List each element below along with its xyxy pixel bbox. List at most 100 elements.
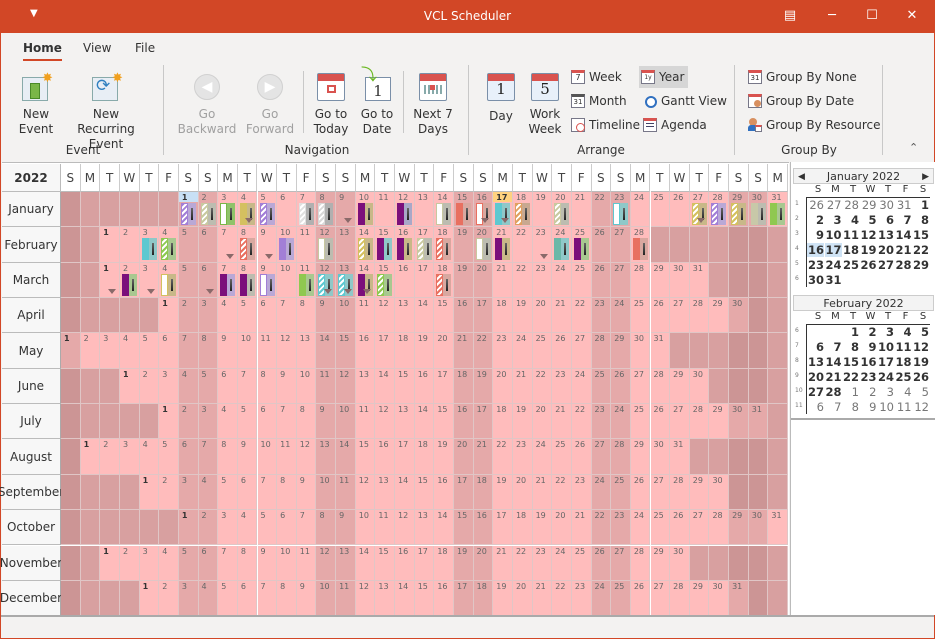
day-cell[interactable]: 2 <box>80 333 101 369</box>
day-cell[interactable]: 26 <box>650 298 671 334</box>
day-cell[interactable]: 8 <box>277 580 297 617</box>
day-cell[interactable]: 15 <box>434 404 454 440</box>
day-cell[interactable]: 27 <box>670 298 690 334</box>
day-cell[interactable]: 9 <box>257 227 278 263</box>
go-to-today-button[interactable]: Go to Today <box>309 71 353 137</box>
day-cell[interactable]: 18 <box>434 262 454 299</box>
day-cell[interactable]: 18 <box>434 227 454 263</box>
event-indicator[interactable] <box>220 203 236 225</box>
day-cell[interactable]: 11 <box>296 227 317 263</box>
day-cell[interactable]: 10 <box>355 510 376 546</box>
day-cell[interactable]: 23 <box>591 298 612 334</box>
event-indicator[interactable] <box>397 238 413 261</box>
day-cell[interactable]: 5 <box>257 192 278 228</box>
day-cell[interactable]: 27 <box>591 439 612 475</box>
day-cell[interactable]: 16 <box>434 474 454 511</box>
mini-calendar-day[interactable]: 2 <box>807 213 824 227</box>
day-cell[interactable]: 7 <box>198 439 219 475</box>
mini-calendar-day[interactable]: 17 <box>824 243 842 257</box>
day-cell[interactable]: 4 <box>218 298 238 334</box>
day-cell[interactable]: 5 <box>237 298 258 334</box>
day-cell[interactable]: 25 <box>650 510 671 546</box>
day-cell[interactable]: 28 <box>670 580 690 617</box>
day-cell[interactable]: 22 <box>512 545 533 581</box>
mini-calendar-day[interactable]: 28 <box>842 198 859 212</box>
day-cell[interactable]: 12 <box>375 298 396 334</box>
day-cell[interactable]: 29 <box>729 192 749 228</box>
day-cell[interactable]: 6 <box>218 368 238 405</box>
mini-calendar-day[interactable]: 1 <box>912 198 929 212</box>
day-cell[interactable]: 16 <box>434 580 454 617</box>
day-cell[interactable]: 29 <box>689 474 710 511</box>
day-cell[interactable]: 2 <box>100 439 120 475</box>
day-cell[interactable]: 10 <box>277 545 297 581</box>
day-cell[interactable]: 6 <box>159 333 179 369</box>
day-cell[interactable]: 19 <box>473 368 494 405</box>
day-cell[interactable]: 26 <box>630 474 651 511</box>
day-cell[interactable]: 5 <box>139 333 160 369</box>
day-cell[interactable]: 28 <box>650 368 671 405</box>
mini-calendar-day[interactable]: 7 <box>895 213 911 227</box>
day-cell[interactable]: 16 <box>473 192 494 228</box>
day-cell[interactable]: 6 <box>237 580 258 617</box>
day-cell[interactable]: 8 <box>277 474 297 511</box>
event-indicator[interactable] <box>475 238 491 261</box>
day-cell[interactable]: 2 <box>139 368 160 405</box>
day-cell[interactable]: 7 <box>257 474 278 511</box>
day-cell[interactable]: 25 <box>630 298 651 334</box>
day-cell[interactable]: 30 <box>709 474 730 511</box>
day-cell[interactable]: 18 <box>434 545 454 581</box>
event-indicator[interactable] <box>711 203 727 225</box>
event-indicator[interactable] <box>495 238 511 261</box>
day-cell[interactable]: 17 <box>375 333 396 369</box>
day-cell[interactable]: 6 <box>198 227 219 263</box>
day-cell[interactable]: 12 <box>395 192 415 228</box>
day-cell[interactable]: 15 <box>414 580 435 617</box>
mini-calendar-day[interactable]: 5 <box>860 213 876 227</box>
day-cell[interactable]: 30 <box>670 545 690 581</box>
event-indicator[interactable] <box>613 203 629 225</box>
day-cell[interactable]: 19 <box>532 192 553 228</box>
day-cell[interactable]: 8 <box>316 510 337 546</box>
day-cell[interactable]: 20 <box>473 227 494 263</box>
day-cell[interactable]: 18 <box>512 192 533 228</box>
day-cell[interactable]: 13 <box>414 510 435 546</box>
day-cell[interactable]: 23 <box>512 439 533 475</box>
mini-calendar-day[interactable]: 28 <box>825 385 841 399</box>
day-cell[interactable]: 2 <box>198 192 219 228</box>
day-cell[interactable]: 25 <box>630 404 651 440</box>
day-cell[interactable]: 30 <box>689 368 710 405</box>
day-cell[interactable]: 22 <box>512 262 533 299</box>
more-events-arrow-icon[interactable] <box>343 289 352 295</box>
month-view-button[interactable]: 31 Month <box>569 90 631 112</box>
day-cell[interactable]: 24 <box>532 439 553 475</box>
day-cell[interactable]: 30 <box>748 510 769 546</box>
event-indicator[interactable] <box>161 238 177 261</box>
day-cell[interactable]: 19 <box>532 510 553 546</box>
day-cell[interactable]: 17 <box>414 545 435 581</box>
event-indicator[interactable] <box>279 238 295 261</box>
day-cell[interactable]: 13 <box>355 368 376 405</box>
day-cell[interactable]: 19 <box>454 545 474 581</box>
day-cell[interactable]: 13 <box>336 227 356 263</box>
day-cell[interactable]: 6 <box>237 474 258 511</box>
close-icon[interactable]: ✕ <box>898 6 926 26</box>
more-events-arrow-icon[interactable] <box>206 289 215 295</box>
day-cell[interactable]: 2 <box>159 580 179 617</box>
day-cell[interactable]: 25 <box>591 368 612 405</box>
go-backward-button[interactable]: ◀ Go Backward <box>177 71 237 137</box>
day-cell[interactable]: 7 <box>277 404 297 440</box>
day-cell[interactable]: 25 <box>552 439 572 475</box>
day-cell[interactable]: 2 <box>198 510 219 546</box>
mini-calendar-day[interactable]: 1 <box>842 385 859 399</box>
mini-calendar-day[interactable]: 19 <box>860 243 876 257</box>
day-cell[interactable]: 10 <box>277 227 297 263</box>
day-cell[interactable]: 13 <box>336 262 356 299</box>
day-cell[interactable]: 25 <box>571 227 592 263</box>
agenda-view-button[interactable]: Agenda <box>641 114 711 136</box>
day-cell[interactable]: 18 <box>414 439 435 475</box>
day-cell[interactable]: 26 <box>591 227 612 263</box>
day-cell[interactable]: 25 <box>571 262 592 299</box>
day-view-button[interactable]: 1 Day <box>483 71 519 124</box>
mini-calendar-day[interactable]: 24 <box>877 370 894 384</box>
